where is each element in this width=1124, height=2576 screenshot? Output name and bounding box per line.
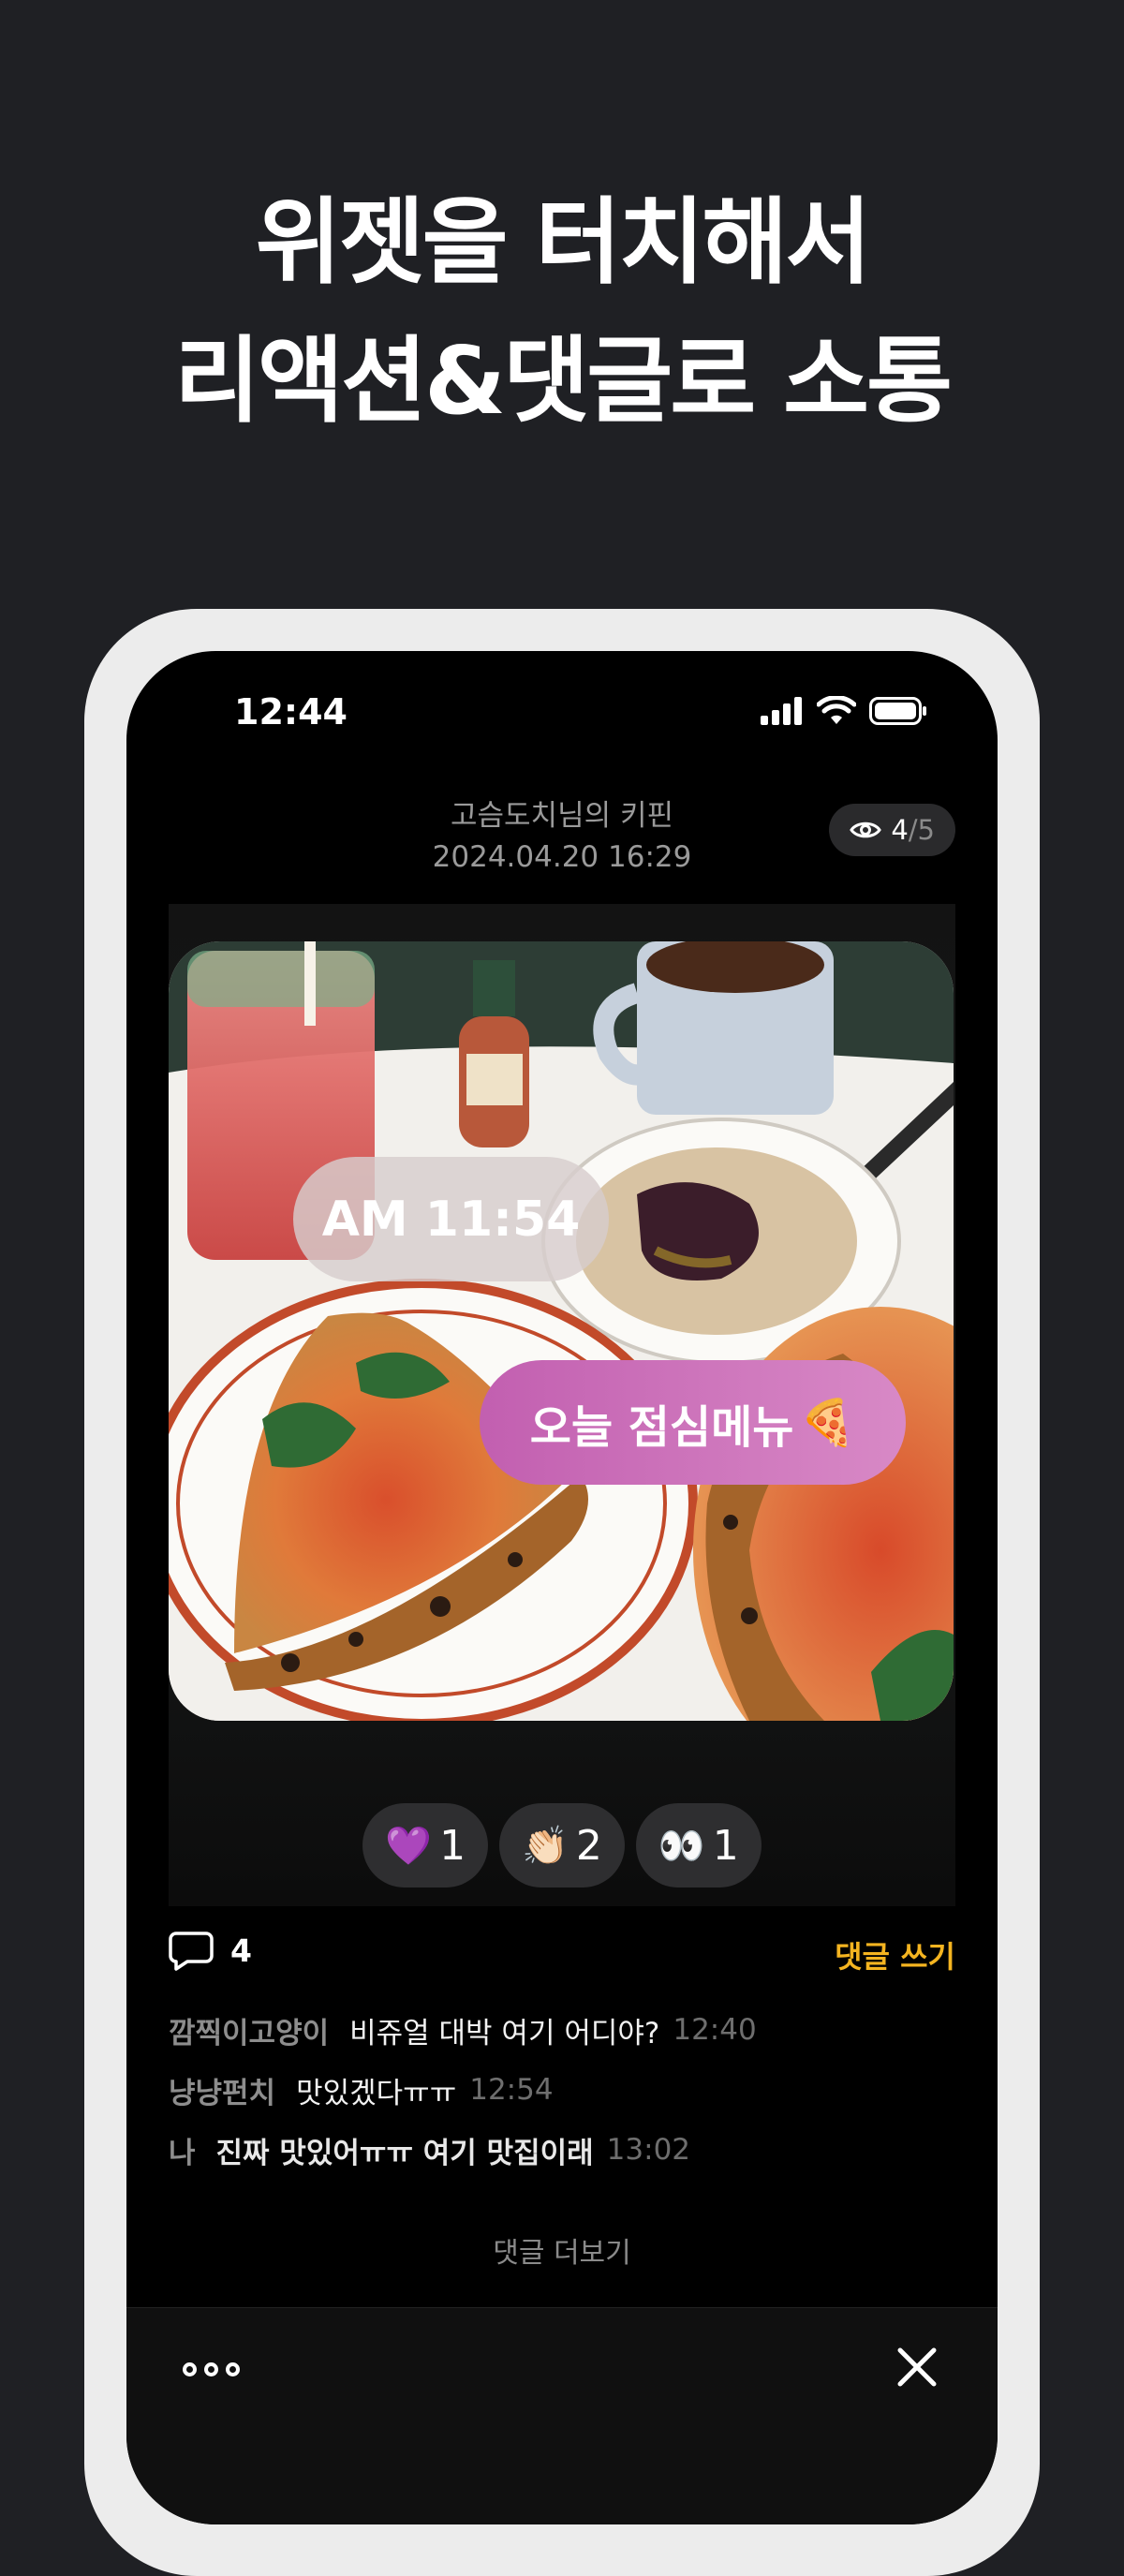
view-total: /5: [908, 814, 935, 846]
more-options-icon[interactable]: [173, 2346, 248, 2392]
reaction-purple-heart[interactable]: 💜 1: [362, 1803, 489, 1888]
reaction-count: 2: [575, 1821, 602, 1870]
signal-icon: [761, 697, 802, 725]
purple-heart-emoji: 💜: [385, 1824, 433, 1868]
comment-item[interactable]: 냥냥펀치 맛있겠다ㅠㅠ 12:54: [169, 2060, 955, 2120]
view-count-badge[interactable]: 4/5: [829, 804, 955, 856]
view-count: 4: [891, 814, 909, 846]
reaction-eyes[interactable]: 👀 1: [635, 1803, 762, 1888]
headline: 위젯을 터치해서 리액션&댓글로 소통: [0, 173, 1124, 451]
reactions-row: 💜 1 👏🏻 2 👀 1: [126, 1803, 998, 1888]
clap-emoji: 👏🏻: [522, 1824, 569, 1868]
status-icons: [761, 696, 927, 726]
wifi-icon: [817, 696, 856, 724]
eye-icon: [850, 822, 882, 838]
memo-bubble[interactable]: 오늘 점심메뉴 🍕: [480, 1360, 906, 1485]
comment-text: 비쥬얼 대박 여기 어디야?: [349, 2016, 660, 2050]
comment-text: 맛있겠다ㅠㅠ: [296, 2076, 457, 2110]
pizza-emoji: 🍕: [799, 1397, 856, 1449]
comment-author: 냥냥펀치: [169, 2076, 276, 2110]
more-comments-button[interactable]: 댓글 더보기: [126, 2229, 998, 2271]
battery-icon: [869, 697, 926, 725]
reaction-clap[interactable]: 👏🏻 2: [499, 1803, 625, 1888]
status-bar: 12:44: [126, 651, 998, 782]
comment-time: 13:02: [606, 2133, 691, 2167]
phone-screen: 12:44 고슴도치님의 키핀 2024.04.20 16:29 4/5 AM …: [126, 651, 998, 2524]
close-icon[interactable]: [891, 2341, 943, 2393]
eyes-emoji: 👀: [658, 1824, 705, 1868]
food-photo-image: [169, 941, 954, 1721]
comment-time: 12:40: [673, 2013, 757, 2047]
memo-text: 오늘 점심메뉴: [529, 1400, 794, 1454]
comment-list: 깜찍이고양이 비쥬얼 대박 여기 어디야? 12:40 냥냥펀치 맛있겠다ㅠㅠ …: [169, 2000, 955, 2180]
comment-icon: [169, 1932, 214, 1971]
headline-line-1: 위젯을 터치해서: [255, 187, 872, 297]
write-comment-button[interactable]: 댓글 쓰기: [835, 1933, 955, 1976]
comment-item[interactable]: 나 진짜 맛있어ㅠㅠ 여기 맛집이래 13:02: [169, 2120, 955, 2180]
reaction-count: 1: [712, 1821, 739, 1870]
time-bubble[interactable]: AM 11:54: [293, 1157, 609, 1281]
comment-text: 진짜 맛있어ㅠㅠ 여기 맛집이래: [215, 2136, 594, 2170]
comment-author: 깜찍이고양이: [169, 2016, 330, 2050]
comment-count-value: 4: [230, 1932, 252, 1969]
reaction-count: 1: [439, 1821, 466, 1870]
headline-line-2: 리액션&댓글로 소통: [173, 326, 953, 436]
status-time: 12:44: [234, 691, 348, 733]
food-photo[interactable]: [169, 941, 954, 1721]
bottom-bar: [126, 2307, 998, 2524]
comment-count: 4: [169, 1930, 252, 1971]
comment-time: 12:54: [469, 2073, 554, 2107]
comment-item[interactable]: 깜찍이고양이 비쥬얼 대박 여기 어디야? 12:40: [169, 2000, 955, 2060]
post-header: 고슴도치님의 키핀 2024.04.20 16:29 4/5: [126, 782, 998, 899]
comments-bar: 4 댓글 쓰기: [169, 1930, 955, 1986]
comment-author: 나: [169, 2136, 196, 2170]
